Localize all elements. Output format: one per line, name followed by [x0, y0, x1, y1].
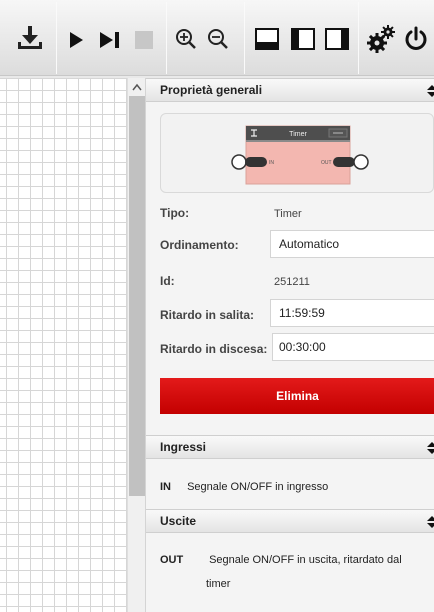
id-value: 251211 — [274, 276, 310, 288]
out-port-circle — [353, 154, 369, 170]
step-forward-icon — [100, 32, 119, 48]
input-item-desc: Segnale ON/OFF in ingresso — [187, 481, 329, 493]
in-port-circle — [231, 154, 247, 170]
order-label: Ordinamento: — [160, 238, 239, 252]
type-label: Tipo: — [160, 206, 190, 220]
collapse-arrows-icon — [427, 442, 434, 454]
stop-icon — [135, 31, 153, 49]
input-item-name: IN — [160, 481, 171, 493]
inputs-header[interactable]: Ingressi — [146, 435, 434, 459]
stop-button[interactable] — [130, 26, 158, 54]
block-title: Timer — [289, 131, 307, 138]
properties-panel: Proprietà generali Timer IN OUT Tipo: Ti… — [145, 78, 434, 612]
layout-left-panel-icon — [291, 28, 315, 50]
collapse-arrows-icon — [427, 516, 434, 528]
download-button[interactable] — [14, 22, 46, 56]
toolbar — [0, 0, 434, 76]
canvas-scrollbar[interactable] — [127, 78, 145, 612]
outputs-title: Uscite — [160, 514, 197, 528]
zoom-out-icon — [208, 29, 228, 49]
general-properties-header[interactable]: Proprietà generali — [146, 78, 434, 102]
output-item: OUT Segnale ON/OFF in uscita, ritardato … — [160, 554, 402, 566]
download-icon — [18, 26, 42, 49]
general-properties-title: Proprietà generali — [160, 83, 263, 97]
layout-right-panel-icon — [325, 28, 349, 50]
zoom-in-button[interactable] — [172, 24, 200, 54]
settings-gears-icon — [367, 25, 395, 53]
play-button[interactable] — [64, 26, 88, 54]
output-item-desc-continued: timer — [206, 578, 231, 590]
rise-delay-value: 11:59:59 — [279, 306, 325, 320]
type-value: Timer — [274, 208, 302, 220]
power-icon — [405, 26, 427, 50]
order-select[interactable]: Automatico — [270, 230, 434, 258]
block-preview: Timer IN OUT — [160, 113, 434, 193]
rise-delay-label: Ritardo in salita: — [160, 308, 255, 322]
zoom-in-icon — [176, 29, 196, 49]
id-label: Id: — [160, 274, 175, 288]
layout-left-panel-button[interactable] — [288, 24, 318, 54]
power-button[interactable] — [400, 24, 432, 54]
fall-delay-input[interactable]: 00:30:00 — [272, 333, 434, 361]
fall-delay-value: 00:30:00 — [279, 340, 326, 354]
scrollbar-thumb[interactable] — [129, 96, 145, 496]
step-forward-button[interactable] — [96, 26, 124, 54]
in-port-connector — [245, 157, 267, 167]
out-port-label: OUT — [321, 160, 332, 166]
collapse-arrows-icon — [427, 85, 434, 97]
settings-button[interactable] — [364, 22, 398, 56]
inputs-title: Ingressi — [160, 440, 207, 454]
play-icon — [70, 32, 83, 48]
output-item-name: OUT — [160, 554, 184, 566]
timer-block-diagram: Timer IN OUT — [231, 125, 369, 185]
rise-delay-input[interactable]: 11:59:59 — [270, 299, 434, 327]
delete-button[interactable]: Elimina — [160, 378, 434, 414]
input-item: IN Segnale ON/OFF in ingresso — [160, 481, 328, 493]
scroll-up-arrow-icon[interactable] — [128, 78, 146, 96]
outputs-header[interactable]: Uscite — [146, 509, 434, 533]
diagram-canvas[interactable] — [0, 78, 127, 612]
layout-bottom-panel-button[interactable] — [252, 24, 282, 54]
output-item-desc: Segnale ON/OFF in uscita, ritardato dal — [209, 554, 402, 566]
in-port-label: IN — [269, 160, 274, 166]
layout-bottom-panel-icon — [255, 28, 279, 50]
zoom-out-button[interactable] — [204, 24, 232, 54]
out-port-connector — [333, 157, 355, 167]
fall-delay-label: Ritardo in discesa: — [160, 342, 268, 356]
layout-right-panel-button[interactable] — [322, 24, 352, 54]
order-select-value: Automatico — [279, 237, 340, 251]
